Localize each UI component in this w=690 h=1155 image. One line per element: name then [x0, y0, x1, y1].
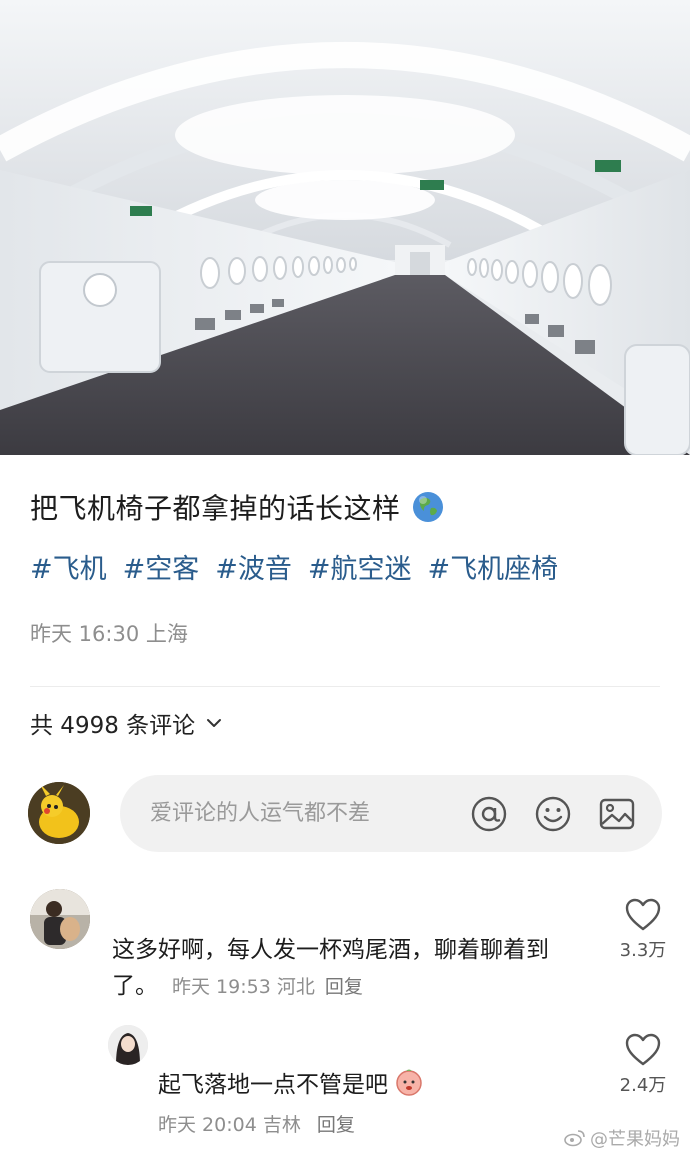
hashtag[interactable]: #飞机座椅 — [428, 547, 559, 586]
comment-time: 昨天 19:53 — [172, 976, 271, 998]
comment-meta: 昨天 19:53 河北 — [172, 976, 315, 998]
post-time: 昨天 16:30 — [30, 622, 140, 646]
comment-count: 共 4998 条评论 — [30, 713, 196, 739]
hashtag[interactable]: #波音 — [215, 547, 292, 586]
post-image[interactable] — [0, 0, 690, 455]
weibo-logo-icon — [564, 1130, 585, 1147]
divider — [30, 686, 660, 687]
comment-2: 起飞落地一点不管是吧 — [158, 1065, 424, 1099]
heart-icon — [625, 898, 661, 931]
watermark: @芒果妈妈 — [564, 1125, 680, 1151]
hashtag-list: #飞机 #空客 #波音 #航空迷 #飞机座椅 — [30, 547, 558, 586]
watermark-text: @芒果妈妈 — [590, 1129, 680, 1150]
globe-icon — [412, 492, 443, 522]
comment-composer[interactable] — [120, 775, 662, 852]
hashtag[interactable]: #空客 — [123, 547, 200, 586]
hashtag[interactable]: #航空迷 — [308, 547, 412, 586]
peach-face-icon — [396, 1069, 422, 1096]
like-count: 3.3万 — [619, 940, 667, 961]
post-meta: 昨天 16:30 上海 — [30, 618, 188, 648]
empty-cabin-photo — [0, 0, 690, 455]
commenter-avatar[interactable] — [30, 889, 90, 949]
comment-location: 吉林 — [262, 1114, 301, 1136]
like-button[interactable]: 3.3万 — [613, 898, 673, 962]
comment-input[interactable] — [150, 801, 450, 826]
comment-location: 河北 — [276, 976, 315, 998]
image-icon[interactable] — [598, 795, 636, 833]
commenter-avatar-image — [108, 1025, 148, 1065]
comment-meta: 昨天 20:04 吉林 回复 — [158, 1110, 355, 1137]
my-avatar[interactable] — [28, 782, 90, 844]
post-title: 把飞机椅子都拿掉的话长这样 — [30, 492, 401, 525]
like-count: 2.4万 — [619, 1075, 667, 1096]
comment-text: 起飞落地一点不管是吧 — [158, 1072, 388, 1098]
emoji-icon[interactable] — [534, 795, 572, 833]
comment-count-toggle[interactable]: 共 4998 条评论 — [30, 706, 223, 740]
pikachu-avatar-image — [28, 782, 90, 844]
post-title-row: 把飞机椅子都拿掉的话长这样 — [30, 487, 445, 527]
chevron-down-icon — [207, 719, 222, 727]
commenter-avatar[interactable] — [108, 1025, 148, 1065]
reply-button[interactable]: 回复 — [325, 976, 363, 998]
like-button[interactable]: 2.4万 — [613, 1033, 673, 1097]
comment-time: 昨天 20:04 — [158, 1114, 257, 1136]
hashtag[interactable]: #飞机 — [30, 547, 107, 586]
reply-button[interactable]: 回复 — [317, 1114, 355, 1136]
heart-icon — [625, 1033, 661, 1066]
post-location: 上海 — [145, 622, 188, 646]
comment-1: 这多好啊，每人发一杯鸡尾酒，聊着聊着到了。 昨天 19:53 河北 回复 — [112, 932, 572, 1005]
at-icon[interactable] — [470, 795, 508, 833]
commenter-avatar-image — [30, 889, 90, 949]
